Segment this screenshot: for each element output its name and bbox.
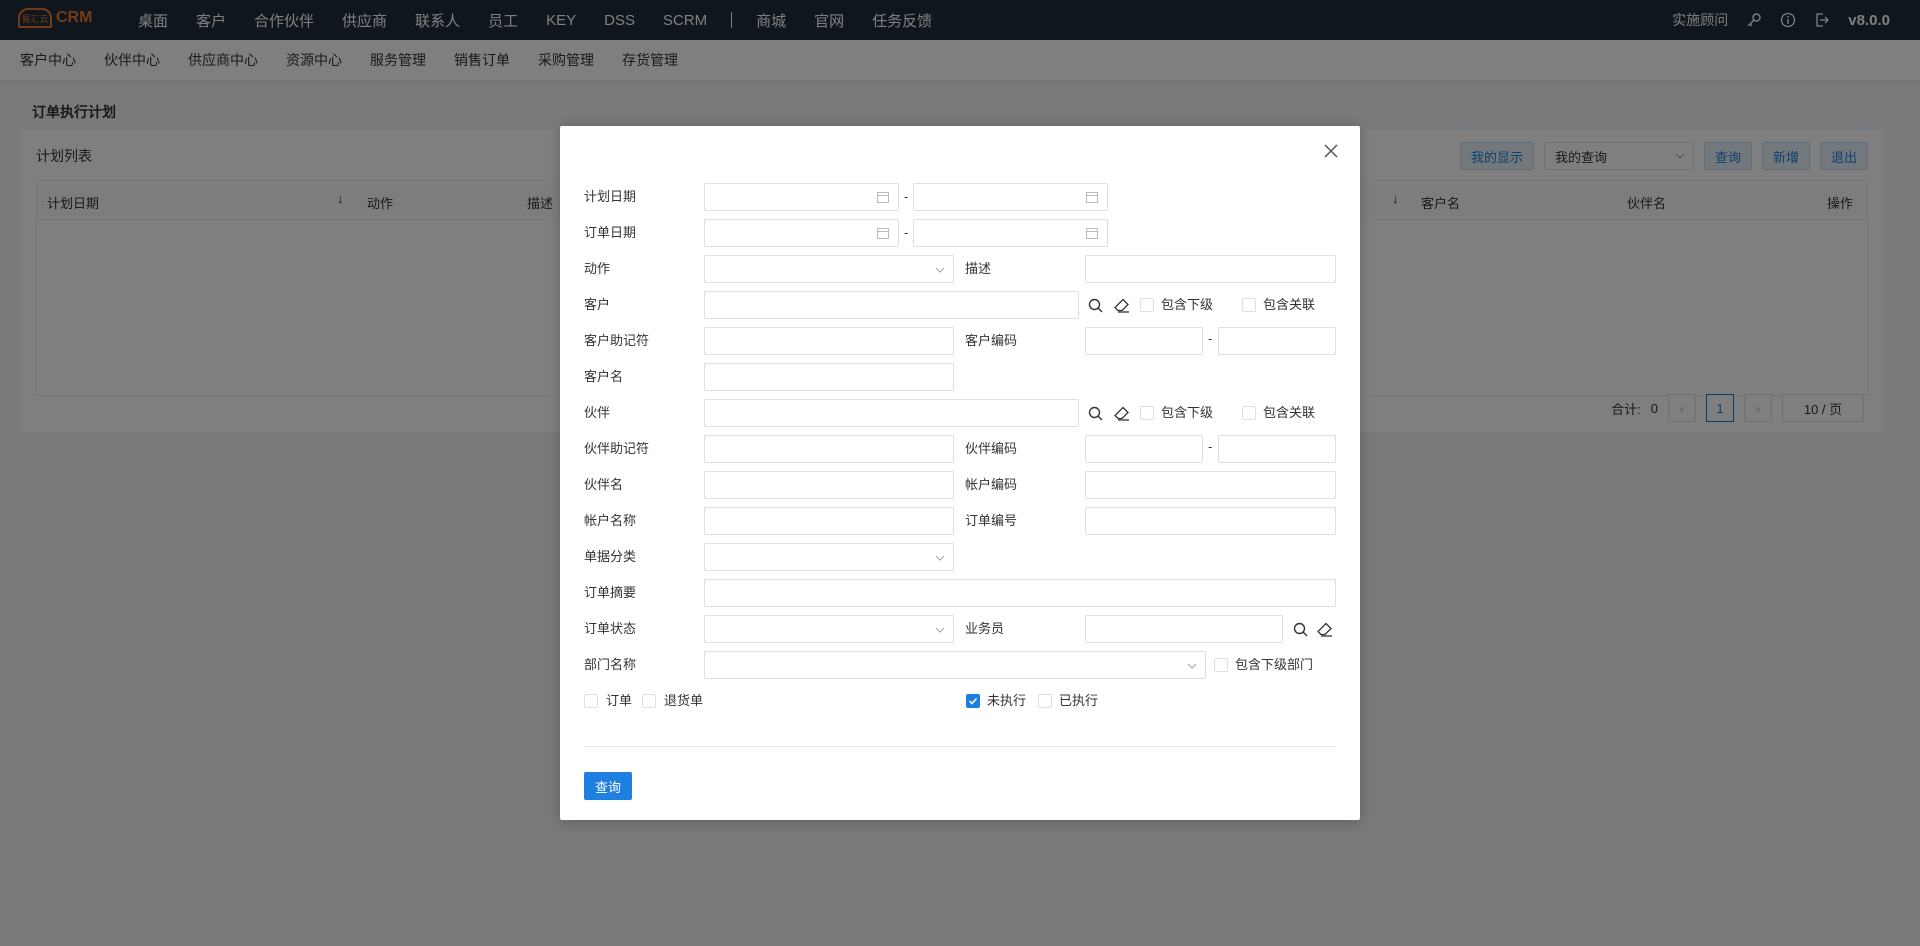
- order-status-select[interactable]: [704, 615, 954, 643]
- query-dialog: 计划日期 - 订单日期 - 动作 描述 客户 包含下级 包含关联 客户助记符 客…: [560, 126, 1360, 820]
- date-range-dash: -: [904, 225, 909, 240]
- order-no-label: 订单编号: [965, 513, 1018, 528]
- partner-include-rel-checkbox[interactable]: [1242, 406, 1256, 420]
- order-summary-label: 订单摘要: [584, 585, 637, 600]
- customer-input[interactable]: [704, 291, 1079, 319]
- include-sub-label: 包含下级: [1161, 297, 1214, 312]
- plan-date-start-input[interactable]: [704, 183, 899, 211]
- doc-category-label: 单据分类: [584, 549, 637, 564]
- desc-label: 描述: [965, 261, 992, 276]
- include-sub-label: 包含下级: [1161, 405, 1214, 420]
- dept-name-label: 部门名称: [584, 657, 637, 672]
- customer-code-label: 客户编码: [965, 333, 1018, 348]
- chevron-down-icon: [935, 627, 945, 633]
- order-date-end-input[interactable]: [913, 219, 1108, 247]
- partner-code-start-input[interactable]: [1085, 435, 1203, 463]
- order-summary-input[interactable]: [704, 579, 1336, 607]
- calendar-icon: [1086, 228, 1098, 239]
- customer-name-input[interactable]: [704, 363, 954, 391]
- customer-include-rel-checkbox[interactable]: [1242, 298, 1256, 312]
- order-checkbox[interactable]: [584, 694, 598, 708]
- customer-code-start-input[interactable]: [1085, 327, 1203, 355]
- account-code-label: 帐户编码: [965, 477, 1018, 492]
- include-sub-dept-checkbox[interactable]: [1214, 658, 1228, 672]
- order-date-label: 订单日期: [584, 225, 637, 240]
- plan-date-label: 计划日期: [584, 189, 637, 204]
- not-executed-checkbox[interactable]: [966, 694, 980, 708]
- partner-code-label: 伙伴编码: [965, 441, 1018, 456]
- code-range-dash: -: [1208, 439, 1213, 454]
- action-label: 动作: [584, 261, 611, 276]
- date-range-dash: -: [904, 189, 909, 204]
- search-icon[interactable]: [1088, 298, 1103, 316]
- include-sub-dept-label: 包含下级部门: [1235, 657, 1314, 672]
- chevron-down-icon: [935, 555, 945, 561]
- eraser-icon[interactable]: [1114, 298, 1130, 316]
- customer-label: 客户: [584, 297, 611, 312]
- plan-date-end-input[interactable]: [913, 183, 1108, 211]
- dialog-query-button[interactable]: 查询: [584, 772, 632, 800]
- account-name-input[interactable]: [704, 507, 954, 535]
- salesman-label: 业务员: [965, 621, 1005, 636]
- return-order-label: 退货单: [664, 693, 704, 708]
- customer-code-end-input[interactable]: [1218, 327, 1336, 355]
- executed-label: 已执行: [1059, 693, 1099, 708]
- code-range-dash: -: [1208, 331, 1213, 346]
- not-executed-label: 未执行: [987, 693, 1027, 708]
- calendar-icon: [1086, 192, 1098, 203]
- close-icon[interactable]: [1324, 144, 1338, 161]
- order-status-label: 订单状态: [584, 621, 637, 636]
- partner-label: 伙伴: [584, 405, 611, 420]
- include-rel-label: 包含关联: [1263, 405, 1316, 420]
- action-select[interactable]: [704, 255, 954, 283]
- calendar-icon: [877, 228, 889, 239]
- partner-code-end-input[interactable]: [1218, 435, 1336, 463]
- dept-name-select[interactable]: [704, 651, 1206, 679]
- doc-category-select[interactable]: [704, 543, 954, 571]
- customer-name-label: 客户名: [584, 369, 624, 384]
- partner-input[interactable]: [704, 399, 1079, 427]
- salesman-input[interactable]: [1085, 615, 1283, 643]
- search-icon[interactable]: [1088, 406, 1103, 424]
- chevron-down-icon: [1187, 663, 1197, 669]
- checkmark-icon: [968, 697, 978, 705]
- partner-name-input[interactable]: [704, 471, 954, 499]
- partner-name-label: 伙伴名: [584, 477, 624, 492]
- chevron-down-icon: [935, 267, 945, 273]
- calendar-icon: [877, 192, 889, 203]
- eraser-icon[interactable]: [1114, 406, 1130, 424]
- partner-include-sub-checkbox[interactable]: [1140, 406, 1154, 420]
- search-icon[interactable]: [1293, 622, 1308, 640]
- account-code-input[interactable]: [1085, 471, 1336, 499]
- customer-mnemonic-label: 客户助记符: [584, 333, 650, 348]
- desc-input[interactable]: [1085, 255, 1336, 283]
- return-order-checkbox[interactable]: [642, 694, 656, 708]
- executed-checkbox[interactable]: [1038, 694, 1052, 708]
- eraser-icon[interactable]: [1317, 622, 1333, 640]
- account-name-label: 帐户名称: [584, 513, 637, 528]
- footer-divider: [584, 746, 1336, 747]
- order-date-start-input[interactable]: [704, 219, 899, 247]
- customer-mnemonic-input[interactable]: [704, 327, 954, 355]
- partner-mnemonic-input[interactable]: [704, 435, 954, 463]
- customer-include-sub-checkbox[interactable]: [1140, 298, 1154, 312]
- order-no-input[interactable]: [1085, 507, 1336, 535]
- order-label: 订单: [606, 693, 633, 708]
- include-rel-label: 包含关联: [1263, 297, 1316, 312]
- partner-mnemonic-label: 伙伴助记符: [584, 441, 650, 456]
